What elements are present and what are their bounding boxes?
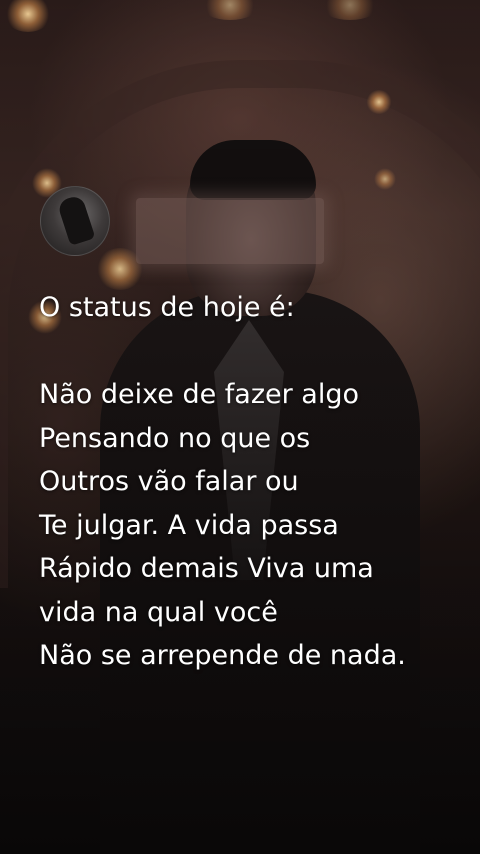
- status-line: Não se arrepende de nada.: [39, 640, 406, 671]
- status-line: Te julgar. A vida passa: [39, 509, 339, 541]
- blurred-username: [136, 198, 324, 264]
- status-line: Pensando no que os: [39, 422, 311, 454]
- status-text: O status de hoje é: Não deixe de fazer a…: [39, 286, 469, 678]
- status-line: [39, 330, 469, 374]
- status-line: Não deixe de fazer algo: [39, 379, 359, 410]
- status-line: vida na qual você: [39, 596, 278, 628]
- avatar[interactable]: [40, 186, 110, 256]
- status-line: O status de hoje é:: [39, 292, 295, 323]
- status-line: Outros vão falar ou: [39, 466, 299, 497]
- status-line: Rápido demais Viva uma: [39, 553, 374, 584]
